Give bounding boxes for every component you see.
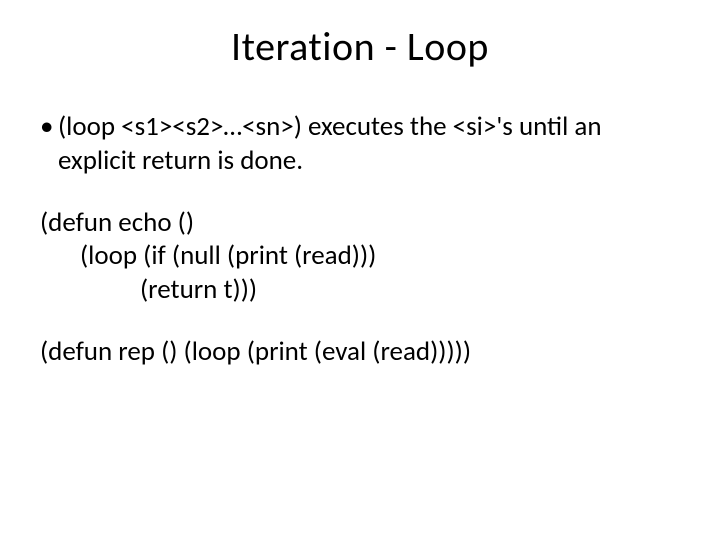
slide-body: • (loop <s1><s2>…<sn>) executes the <si>… (40, 110, 680, 397)
code-line: (loop (if (null (print (read))) (40, 239, 680, 273)
slide: Iteration - Loop • (loop <s1><s2>…<sn>) … (0, 0, 720, 540)
bullet-text: (loop <s1><s2>…<sn>) executes the <si>'s… (58, 110, 680, 178)
code-block-echo: (defun echo () (loop (if (null (print (r… (40, 206, 680, 307)
code-line: (defun rep () (loop (print (eval (read))… (40, 335, 680, 369)
slide-title: Iteration - Loop (0, 22, 720, 71)
code-line: (defun echo () (40, 206, 680, 240)
bullet-dot-icon: • (40, 110, 58, 144)
code-line: (return t))) (40, 273, 680, 307)
bullet-item: • (loop <s1><s2>…<sn>) executes the <si>… (40, 110, 680, 178)
code-block-rep: (defun rep () (loop (print (eval (read))… (40, 335, 680, 369)
